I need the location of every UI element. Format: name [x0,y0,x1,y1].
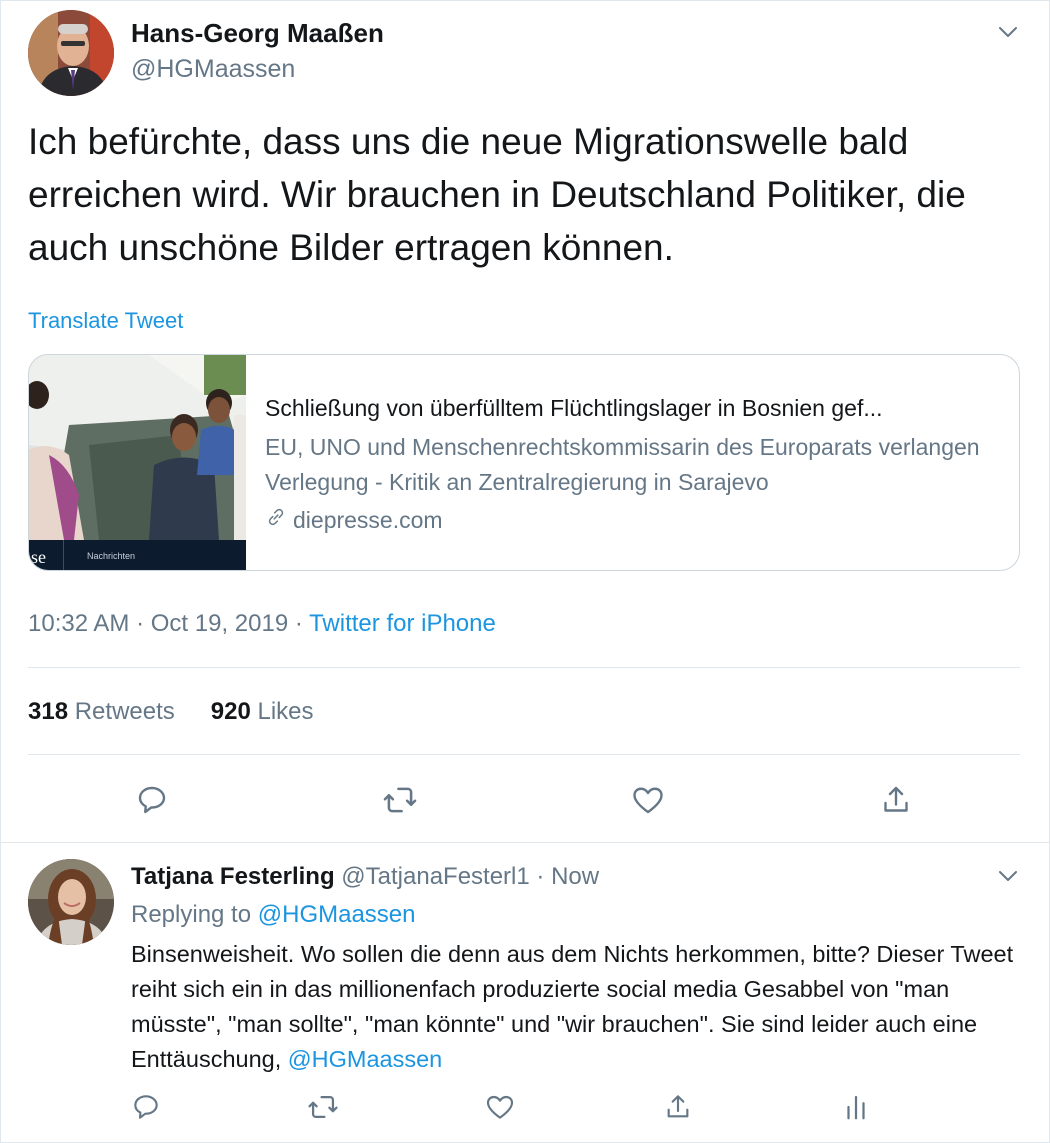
share-icon[interactable] [876,780,916,820]
reply-text-mention[interactable]: @HGMaassen [288,1046,442,1072]
tweet-text: Ich befürchte, dass uns die neue Migrati… [28,121,966,268]
card-description: EU, UNO und Menschenrechtskommissarin de… [265,434,980,495]
card-domain-text: diepresse.com [293,506,443,533]
reply-author-handle[interactable]: @TatjanaFesterl1 [341,863,529,890]
retweets-label: Retweets [74,698,175,725]
reply-icon[interactable] [132,780,172,820]
reply-icon[interactable] [128,1089,164,1125]
reply-tweet: Tatjana Festerling @TatjanaFesterl1 · No… [0,844,1050,1143]
reply-text-body: Binsenweisheit. Wo sollen die denn aus d… [131,941,1014,1072]
author-display-name[interactable]: Hans-Georg Maaßen [131,18,384,49]
translate-tweet-link[interactable]: Translate Tweet [28,308,183,334]
replying-to-mention[interactable]: @HGMaassen [258,901,416,928]
avatar[interactable] [28,10,114,96]
likes-stat[interactable]: 920 Likes [211,698,314,726]
meta-separator: · [294,610,303,637]
retweet-icon[interactable] [380,780,420,820]
divider [28,667,1020,668]
likes-count: 920 [210,698,251,725]
analytics-icon[interactable] [838,1089,874,1125]
main-tweet: Hans-Georg Maaßen @HGMaassen Ich befürch… [0,0,1050,843]
chevron-down-icon[interactable] [996,864,1020,888]
like-icon[interactable] [482,1089,518,1125]
tweet-time[interactable]: 10:32 AM [28,610,129,637]
avatar-photo [28,859,114,945]
chevron-down-icon[interactable] [996,20,1020,44]
tweet-stats: 318 Retweets 920 Likes [28,698,314,726]
card-domain: diepresse.com [265,506,443,534]
avatar-photo [28,10,114,96]
reply-author-display-name[interactable]: Tatjana Festerling [131,863,335,890]
reply-header: Tatjana Festerling @TatjanaFesterl1 · No… [131,863,599,891]
likes-label: Likes [257,698,314,725]
tweet-date[interactable]: Oct 19, 2019 [151,610,288,637]
link-icon [265,506,287,534]
tweet-source-link[interactable]: Twitter for iPhone [309,610,496,637]
replying-to: Replying to @HGMaassen [131,901,416,929]
share-icon[interactable] [660,1089,696,1125]
retweets-count: 318 [28,698,69,725]
card-title: Schließung von überfülltem Flüchtlingsla… [265,395,883,421]
retweet-icon[interactable] [305,1089,341,1125]
author-handle[interactable]: @HGMaassen [131,55,295,84]
divider [28,754,1020,755]
replying-to-label: Replying to [131,901,252,928]
card-image-caption-right: Nachrichten [87,551,135,561]
link-card[interactable]: se Nachrichten Schließung von überfüllte… [28,354,1020,571]
card-image-caption-left: se [31,547,46,567]
retweets-stat[interactable]: 318 Retweets [28,698,175,726]
reply-time[interactable]: Now [551,863,599,890]
reply-separator: · [536,863,545,890]
card-thumbnail: se Nachrichten [29,355,246,570]
tweet-meta: 10:32 AM · Oct 19, 2019 · Twitter for iP… [28,610,496,638]
meta-separator: · [136,610,145,637]
reply-text: Binsenweisheit. Wo sollen die denn aus d… [131,937,1031,1077]
like-icon[interactable] [628,780,668,820]
avatar[interactable] [28,859,114,945]
